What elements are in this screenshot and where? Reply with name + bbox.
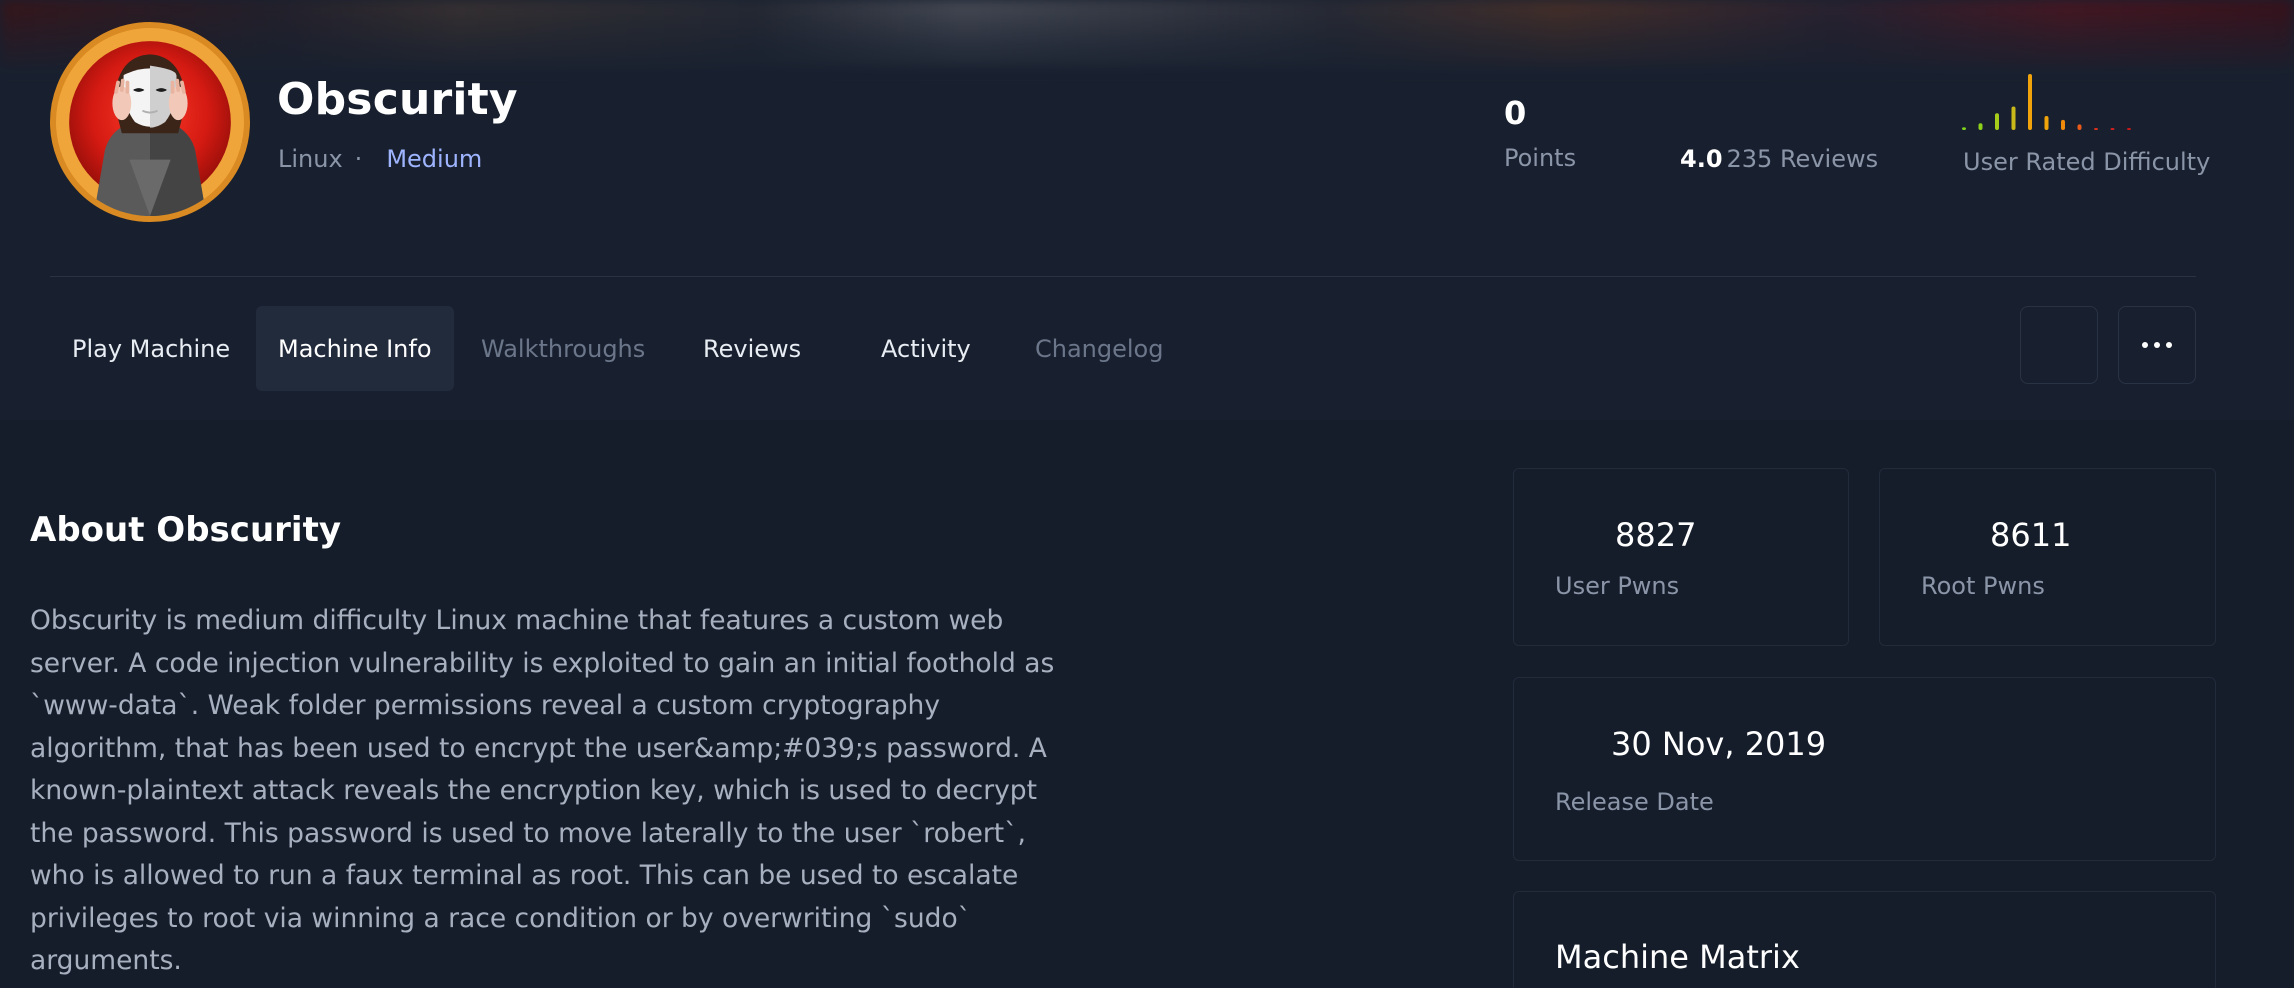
difficulty-bar [2127, 128, 2131, 130]
root-pwns-value: 8611 [1990, 516, 2072, 554]
difficulty-label: User Rated Difficulty [1963, 148, 2211, 176]
tab-changelog[interactable]: Changelog [1013, 306, 1185, 391]
difficulty-bar [1995, 113, 1999, 130]
tab-activity[interactable]: Activity [859, 306, 993, 391]
points-value: 0 [1504, 94, 1527, 132]
difficulty-bar [1978, 123, 1983, 130]
user-pwns-value: 8827 [1615, 516, 1697, 554]
meta-separator: · [354, 145, 363, 173]
root-pwns-label: Root Pwns [1921, 572, 2045, 600]
difficulty-bar [2110, 128, 2115, 130]
machine-difficulty[interactable]: Medium [386, 145, 482, 173]
about-title: About Obscurity [30, 510, 341, 550]
difficulty-bar [2011, 106, 2016, 130]
header-banner-fade [0, 0, 2294, 80]
more-dots-icon [2142, 342, 2172, 348]
user-pwns-card: 8827 User Pwns [1513, 468, 1849, 646]
reviews-count: 235 Reviews [1726, 145, 1879, 173]
header-divider [50, 276, 2196, 277]
difficulty-bar [2094, 128, 2098, 130]
points-label: Points [1504, 144, 1577, 172]
difficulty-distribution-chart [1962, 74, 2131, 130]
release-date-card: 30 Nov, 2019 Release Date [1513, 677, 2216, 861]
rating-summary[interactable]: 4.0 235 Reviews [1680, 145, 1878, 173]
more-options-button[interactable] [2118, 306, 2196, 384]
tab-machine-info[interactable]: Machine Info [256, 306, 454, 391]
root-pwns-card: 8611 Root Pwns [1879, 468, 2216, 646]
difficulty-bar [2044, 116, 2049, 130]
mask-figure-icon [58, 30, 242, 216]
difficulty-bar [2028, 74, 2032, 130]
difficulty-bar [2061, 119, 2065, 130]
machine-meta: Linux · Medium [278, 145, 482, 173]
difficulty-bar [1962, 127, 1966, 130]
action-button[interactable] [2020, 306, 2098, 384]
machine-avatar [50, 22, 250, 222]
machine-matrix-card: Machine Matrix [1513, 891, 2216, 988]
release-date-label: Release Date [1555, 788, 1714, 816]
release-date-value: 30 Nov, 2019 [1611, 725, 1827, 763]
machine-matrix-title: Machine Matrix [1555, 938, 1800, 976]
machine-name: Obscurity [277, 74, 518, 125]
machine-header: Obscurity Linux · Medium 0 Points 4.0 23… [0, 0, 2294, 420]
machine-os: Linux [278, 145, 343, 173]
tab-walkthroughs[interactable]: Walkthroughs [459, 306, 667, 391]
tab-reviews[interactable]: Reviews [681, 306, 823, 391]
about-description: Obscurity is medium difficulty Linux mac… [30, 605, 1055, 976]
tab-play-machine[interactable]: Play Machine [50, 306, 252, 391]
difficulty-bar [2077, 124, 2082, 130]
rating-value: 4.0 [1680, 145, 1723, 173]
user-pwns-label: User Pwns [1555, 572, 1680, 600]
